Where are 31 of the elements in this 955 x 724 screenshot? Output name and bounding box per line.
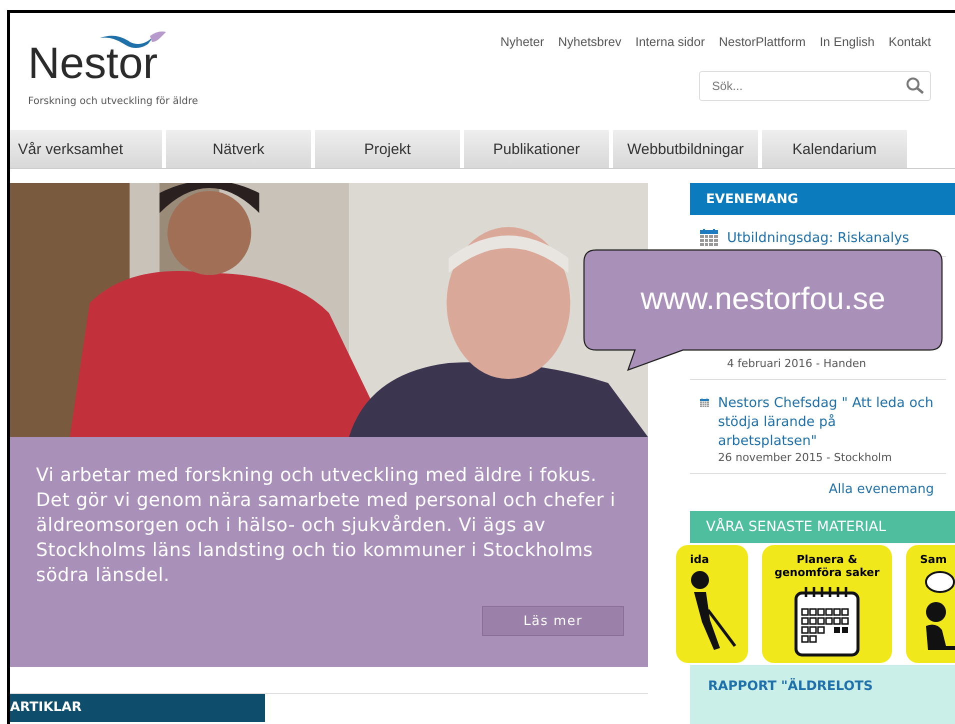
calendar-icon <box>700 229 718 247</box>
nav-tab[interactable]: Publikationer <box>464 130 609 168</box>
report-link[interactable]: RAPPORT "ÄLDRELOTS <box>708 679 873 694</box>
top-link[interactable]: In English <box>820 35 875 49</box>
nav-tab[interactable]: Vår verksamhet <box>10 130 162 168</box>
event-date: 4 februari 2016 - Handen <box>727 357 866 371</box>
event-link[interactable]: Nestors Chefsdag " Att leda och stödja lärande på arbetsplatsen" <box>718 394 938 451</box>
logo-tagline: Forskning och utveckling för äldre <box>28 96 198 107</box>
nav-tab[interactable]: Projekt <box>315 130 460 168</box>
section-header: EVENEMANG <box>690 183 955 215</box>
event-link[interactable]: Utbildningsdag: Riskanalys <box>727 229 910 248</box>
search-field[interactable]: Sök... <box>699 71 931 101</box>
nav-tab[interactable]: Nätverk <box>166 130 311 168</box>
material-tile[interactable]: Sam <box>906 545 955 663</box>
nav-tab[interactable]: Kalendarium <box>762 130 907 168</box>
nav-tab[interactable]: Webbutbildningar <box>613 130 758 168</box>
top-link[interactable]: Nyheter <box>500 35 544 49</box>
logo-wordmark[interactable]: Nestor <box>28 44 198 84</box>
top-link[interactable]: NestorPlattform <box>718 35 806 49</box>
top-link[interactable]: Kontakt <box>888 35 931 49</box>
section-header: VÅRA SENASTE MATERIAL <box>690 511 955 543</box>
material-tile[interactable]: ida <box>676 545 748 663</box>
top-link[interactable]: Interna sidor <box>635 35 705 49</box>
top-link[interactable]: Nyhetsbrev <box>558 35 622 49</box>
all-events-link[interactable]: Alla evenemang <box>828 482 934 497</box>
intro-paragraph: Vi arbetar med forskning och utveckling med äldre i fokus. Det gör vi genom nära samarbete med personal och chefer i äldreomsorgen och i hälso- och sjukvården. Vi ägs av Stockholms läns landsting och tio kommuner i Stockholms södra länsdel. <box>36 464 617 588</box>
search-icon[interactable] <box>905 77 925 95</box>
event-date: 26 november 2015 - Stockholm <box>718 451 893 465</box>
material-tile[interactable]: Planera & genomföra saker <box>762 545 892 663</box>
callout-text: www.nestorfou.se <box>640 280 886 318</box>
section-header: ARTIKLAR <box>10 694 265 722</box>
